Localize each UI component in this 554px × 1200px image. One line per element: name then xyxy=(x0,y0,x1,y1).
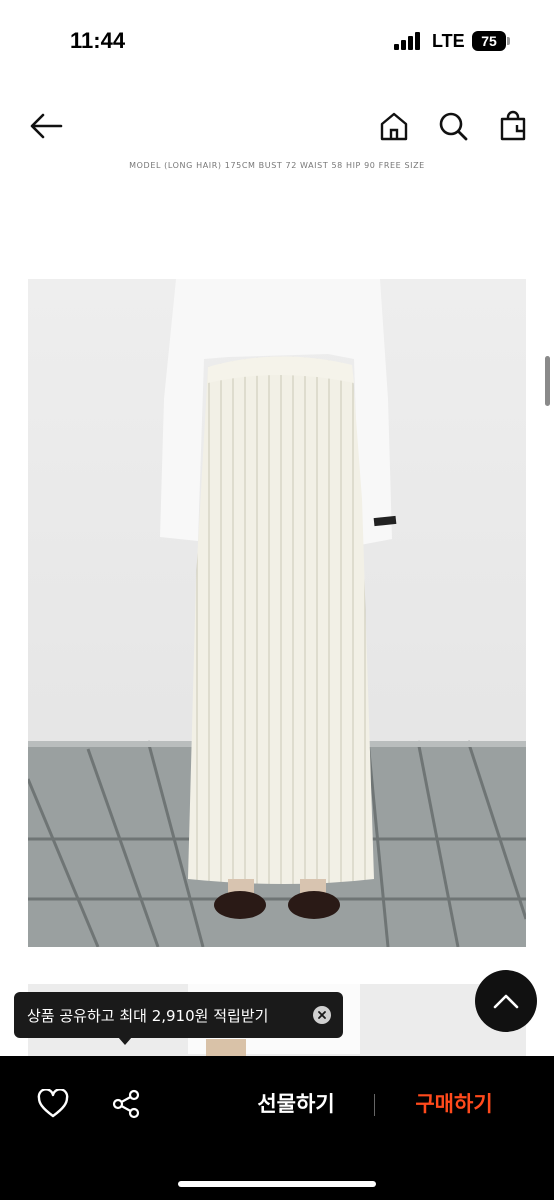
share-reward-tooltip: 상품 공유하고 최대 2,910원 적립받기 xyxy=(14,992,343,1038)
gift-button[interactable]: 선물하기 xyxy=(236,1086,356,1122)
home-button[interactable] xyxy=(374,106,414,146)
battery-tip xyxy=(507,37,510,45)
tooltip-close-button[interactable] xyxy=(313,1006,331,1024)
signal-icon xyxy=(394,32,424,50)
tooltip-arrow xyxy=(118,1037,132,1045)
like-button[interactable] xyxy=(36,1087,70,1121)
arrow-left-icon xyxy=(30,113,63,139)
buy-button[interactable]: 구매하기 xyxy=(396,1086,512,1122)
status-time: 11:44 xyxy=(70,28,126,53)
shopping-bag-icon xyxy=(500,110,526,141)
product-image[interactable] xyxy=(28,279,526,947)
bag-button[interactable] xyxy=(493,106,533,146)
back-button[interactable] xyxy=(26,106,66,146)
heart-icon xyxy=(37,1089,69,1118)
search-button[interactable] xyxy=(433,106,473,146)
network-label: LTE xyxy=(432,31,465,51)
chevron-up-icon xyxy=(493,994,519,1009)
share-icon xyxy=(112,1089,140,1119)
share-button[interactable] xyxy=(109,1087,143,1121)
battery-icon: 75 xyxy=(472,31,506,51)
scroll-indicator[interactable] xyxy=(545,356,550,406)
status-bar: 11:44 LTE 75 xyxy=(0,0,554,84)
scroll-to-top-button[interactable] xyxy=(475,970,537,1032)
search-icon xyxy=(439,112,468,141)
model-size-caption: MODEL (LONG HAIR) 175CM BUST 72 WAIST 58… xyxy=(129,162,425,170)
product-detail-page: 11:44 LTE 75 MODEL (LONG HAIR) 175CM BUS… xyxy=(0,0,554,1200)
divider xyxy=(374,1094,375,1116)
product-photo xyxy=(28,279,526,947)
top-nav xyxy=(0,96,554,156)
close-icon xyxy=(318,1011,326,1019)
tooltip-text: 상품 공유하고 최대 2,910원 적립받기 xyxy=(27,1006,269,1025)
bottom-action-bar: 선물하기 구매하기 xyxy=(0,1056,554,1200)
home-indicator xyxy=(178,1181,376,1187)
home-icon xyxy=(380,112,408,141)
